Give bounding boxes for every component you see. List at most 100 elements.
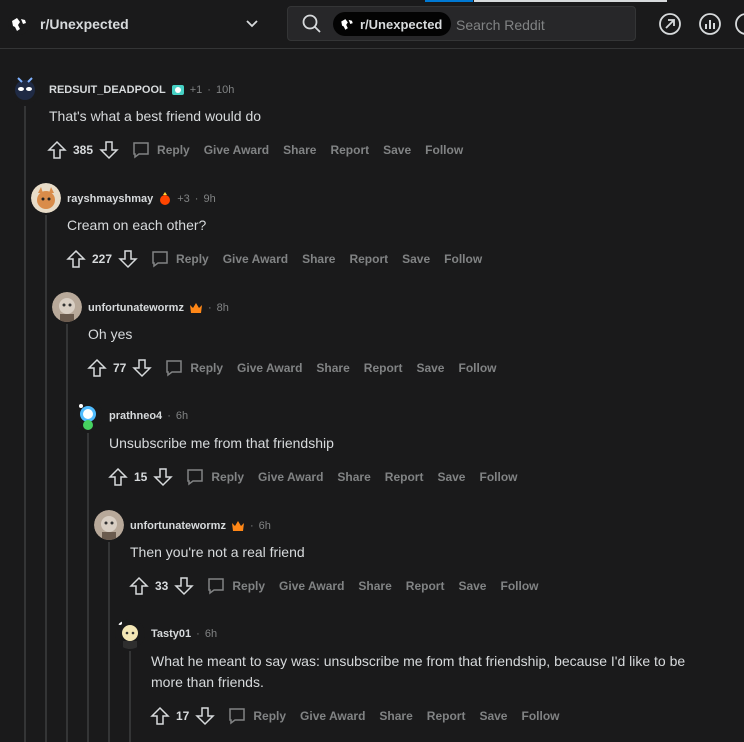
avatar[interactable] [115,619,145,649]
downvote-icon[interactable] [99,140,119,160]
upvote-icon[interactable] [66,249,86,269]
comment-author[interactable]: unfortunatewormz [88,302,184,314]
report-button[interactable]: Report [364,361,403,375]
upvote-icon[interactable] [129,576,149,596]
downvote-icon[interactable] [153,467,174,487]
comment-body: Then you're not a real friend [130,544,305,560]
vote-score: 77 [113,361,127,375]
downvote-icon[interactable] [174,576,195,596]
subreddit-switcher[interactable]: r/Unexpected [8,11,270,37]
comment-time[interactable]: 6h [176,410,188,422]
thread-line[interactable] [45,215,47,742]
comment-author[interactable]: unfortunatewormz [130,520,226,532]
report-button[interactable]: Report [330,143,369,157]
comment-bubble-icon [229,708,246,725]
comment-time[interactable]: 9h [203,193,215,205]
upvote-icon[interactable] [108,467,128,487]
thread-line[interactable] [66,324,68,742]
save-button[interactable]: Save [479,709,507,723]
comment-bubble-icon [133,142,149,159]
comment-time[interactable]: 6h [205,628,217,640]
comment-time[interactable]: 6h [259,520,271,532]
separator-dot: · [207,302,212,314]
give-award-button[interactable]: Give Award [237,361,302,375]
stats-icon[interactable] [698,12,722,36]
comment-actions: 77 Reply Give Award Share Report Save Fo… [87,358,496,378]
give-award-button[interactable]: Give Award [279,579,344,593]
downvote-icon[interactable] [195,706,216,726]
comment-author[interactable]: prathneo4 [109,410,162,422]
upvote-icon[interactable] [47,140,67,160]
search-bar[interactable]: r/Unexpected [287,6,636,41]
save-button[interactable]: Save [402,252,430,266]
give-award-button[interactable]: Give Award [204,143,269,157]
comment-author[interactable]: Tasty01 [151,628,191,640]
downvote-icon[interactable] [132,358,153,378]
comment-author[interactable]: REDSUIT_DEADPOOL [49,84,166,96]
comment-bubble-icon [152,251,168,268]
upvote-icon[interactable] [87,358,107,378]
reply-button[interactable]: Reply [131,140,190,160]
avatar[interactable] [31,183,61,213]
separator-dot: · [207,84,211,96]
share-button[interactable]: Share [302,252,335,266]
follow-button[interactable]: Follow [425,143,463,157]
follow-button[interactable]: Follow [500,579,538,593]
subreddit-icon [8,13,30,35]
separator-dot: · [196,628,200,640]
search-chip-label: r/Unexpected [360,16,443,32]
reply-button[interactable]: Reply [206,576,265,596]
search-input[interactable] [454,13,628,37]
follow-button[interactable]: Follow [458,361,496,375]
chat-icon[interactable] [734,12,744,36]
award-count: +3 [177,193,190,205]
give-award-button[interactable]: Give Award [258,470,323,484]
thread-line[interactable] [108,542,110,742]
share-button[interactable]: Share [337,470,370,484]
follow-button[interactable]: Follow [444,252,482,266]
downvote-icon[interactable] [118,249,138,269]
chevron-down-icon[interactable] [244,15,260,31]
award-icon [160,192,171,205]
share-button[interactable]: Share [283,143,316,157]
save-button[interactable]: Save [458,579,486,593]
avatar[interactable] [94,510,124,540]
save-button[interactable]: Save [416,361,444,375]
avatar[interactable] [10,74,40,104]
award-icon [171,85,184,95]
save-button[interactable]: Save [383,143,411,157]
comment-body: What he meant to say was: unsubscribe me… [151,653,686,690]
report-button[interactable]: Report [385,470,424,484]
comment-actions: 227 Reply Give Award Share Report Save F… [66,249,482,269]
share-button[interactable]: Share [316,361,349,375]
reply-button[interactable]: Reply [164,358,223,378]
search-subreddit-chip[interactable]: r/Unexpected [333,12,451,36]
report-button[interactable]: Report [427,709,466,723]
save-button[interactable]: Save [437,470,465,484]
subreddit-icon [341,19,353,30]
upvote-icon[interactable] [150,706,170,726]
follow-button[interactable]: Follow [479,470,517,484]
comment-time[interactable]: 8h [217,302,229,314]
follow-button[interactable]: Follow [521,709,559,723]
reply-button[interactable]: Reply [227,706,286,726]
thread-line[interactable] [87,433,89,742]
comment-time[interactable]: 10h [216,84,234,96]
give-award-button[interactable]: Give Award [300,709,365,723]
popular-icon[interactable] [658,12,682,36]
comment-body: That's what a best friend would do [49,108,262,124]
share-button[interactable]: Share [379,709,412,723]
avatar[interactable] [52,292,82,322]
reply-button[interactable]: Reply [185,467,244,487]
report-button[interactable]: Report [349,252,388,266]
comment-author[interactable]: rayshmayshmay [67,193,153,205]
reply-label: Reply [253,709,287,723]
report-button[interactable]: Report [406,579,445,593]
reply-button[interactable]: Reply [150,249,209,269]
avatar[interactable] [73,401,103,431]
give-award-button[interactable]: Give Award [223,252,288,266]
thread-line[interactable] [24,106,26,742]
share-button[interactable]: Share [358,579,391,593]
thread-line[interactable] [129,651,131,742]
reply-label: Reply [157,143,190,157]
